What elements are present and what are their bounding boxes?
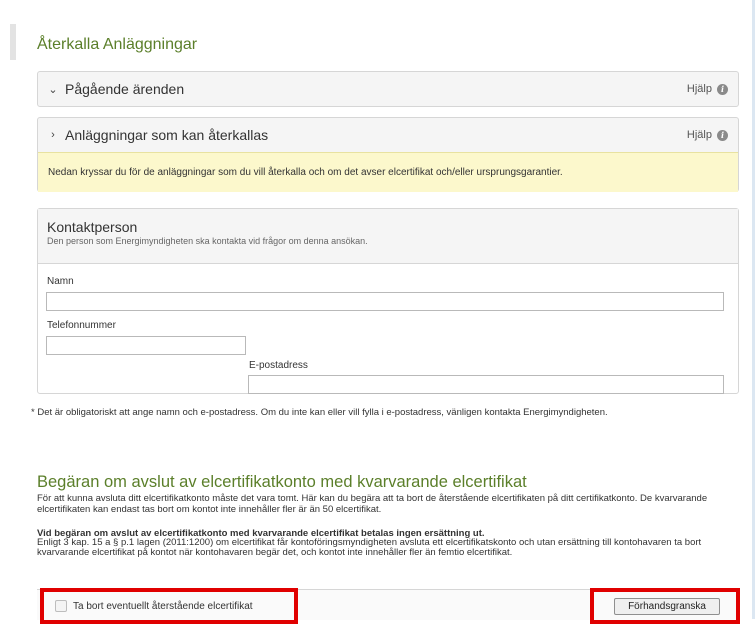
info-icon: i [717, 83, 728, 95]
email-label: E-postadress [249, 360, 308, 371]
help-link[interactable]: Hjälp i [687, 83, 728, 95]
email-field[interactable] [248, 375, 724, 394]
left-accent-bar [10, 24, 16, 60]
request-section-title: Begäran om avslut av elcertifikatkonto m… [37, 473, 527, 491]
panel-revocable-facilities: › Anläggningar som kan återkallas Hjälp … [37, 117, 739, 192]
contact-person-header: Kontaktperson Den person som Energimyndi… [38, 209, 738, 264]
chevron-down-icon: ⌄ [48, 83, 58, 96]
chevron-right-icon: › [51, 129, 55, 141]
help-link[interactable]: Hjälp i [687, 129, 728, 141]
phone-field[interactable] [46, 336, 246, 355]
request-legal-text: Enligt 3 kap. 15 a § p.1 lagen (2011:120… [37, 537, 702, 558]
help-label: Hjälp [686, 129, 712, 141]
phone-label: Telefonnummer [47, 320, 116, 331]
contact-person-title: Kontaktperson [47, 219, 138, 235]
name-field[interactable] [46, 292, 724, 311]
panel-ongoing-cases-title: Pågående ärenden [65, 81, 185, 97]
name-label: Namn [47, 276, 74, 287]
page-title: Återkalla Anläggningar [37, 36, 198, 53]
panel-ongoing-cases-header[interactable]: ⌄ Pågående ärenden Hjälp i [38, 72, 738, 106]
help-label: Hjälp [686, 83, 712, 95]
info-icon: i [717, 129, 728, 141]
panel-revocable-facilities-header[interactable]: › Anläggningar som kan återkallas Hjälp … [38, 118, 738, 152]
notice-message: Nedan kryssar du för de anläggningar som… [38, 152, 738, 192]
panel-revocable-facilities-title: Anläggningar som kan återkallas [65, 127, 269, 143]
request-intro-text: För att kunna avsluta ditt elcertifikatk… [37, 493, 708, 515]
required-fields-note: * Det är obligatoriskt att ange namn och… [31, 407, 608, 418]
panel-ongoing-cases: ⌄ Pågående ärenden Hjälp i [37, 71, 739, 107]
contact-person-section: Kontaktperson Den person som Energimyndi… [37, 208, 739, 394]
contact-person-subtitle: Den person som Energimyndigheten ska kon… [47, 236, 368, 246]
